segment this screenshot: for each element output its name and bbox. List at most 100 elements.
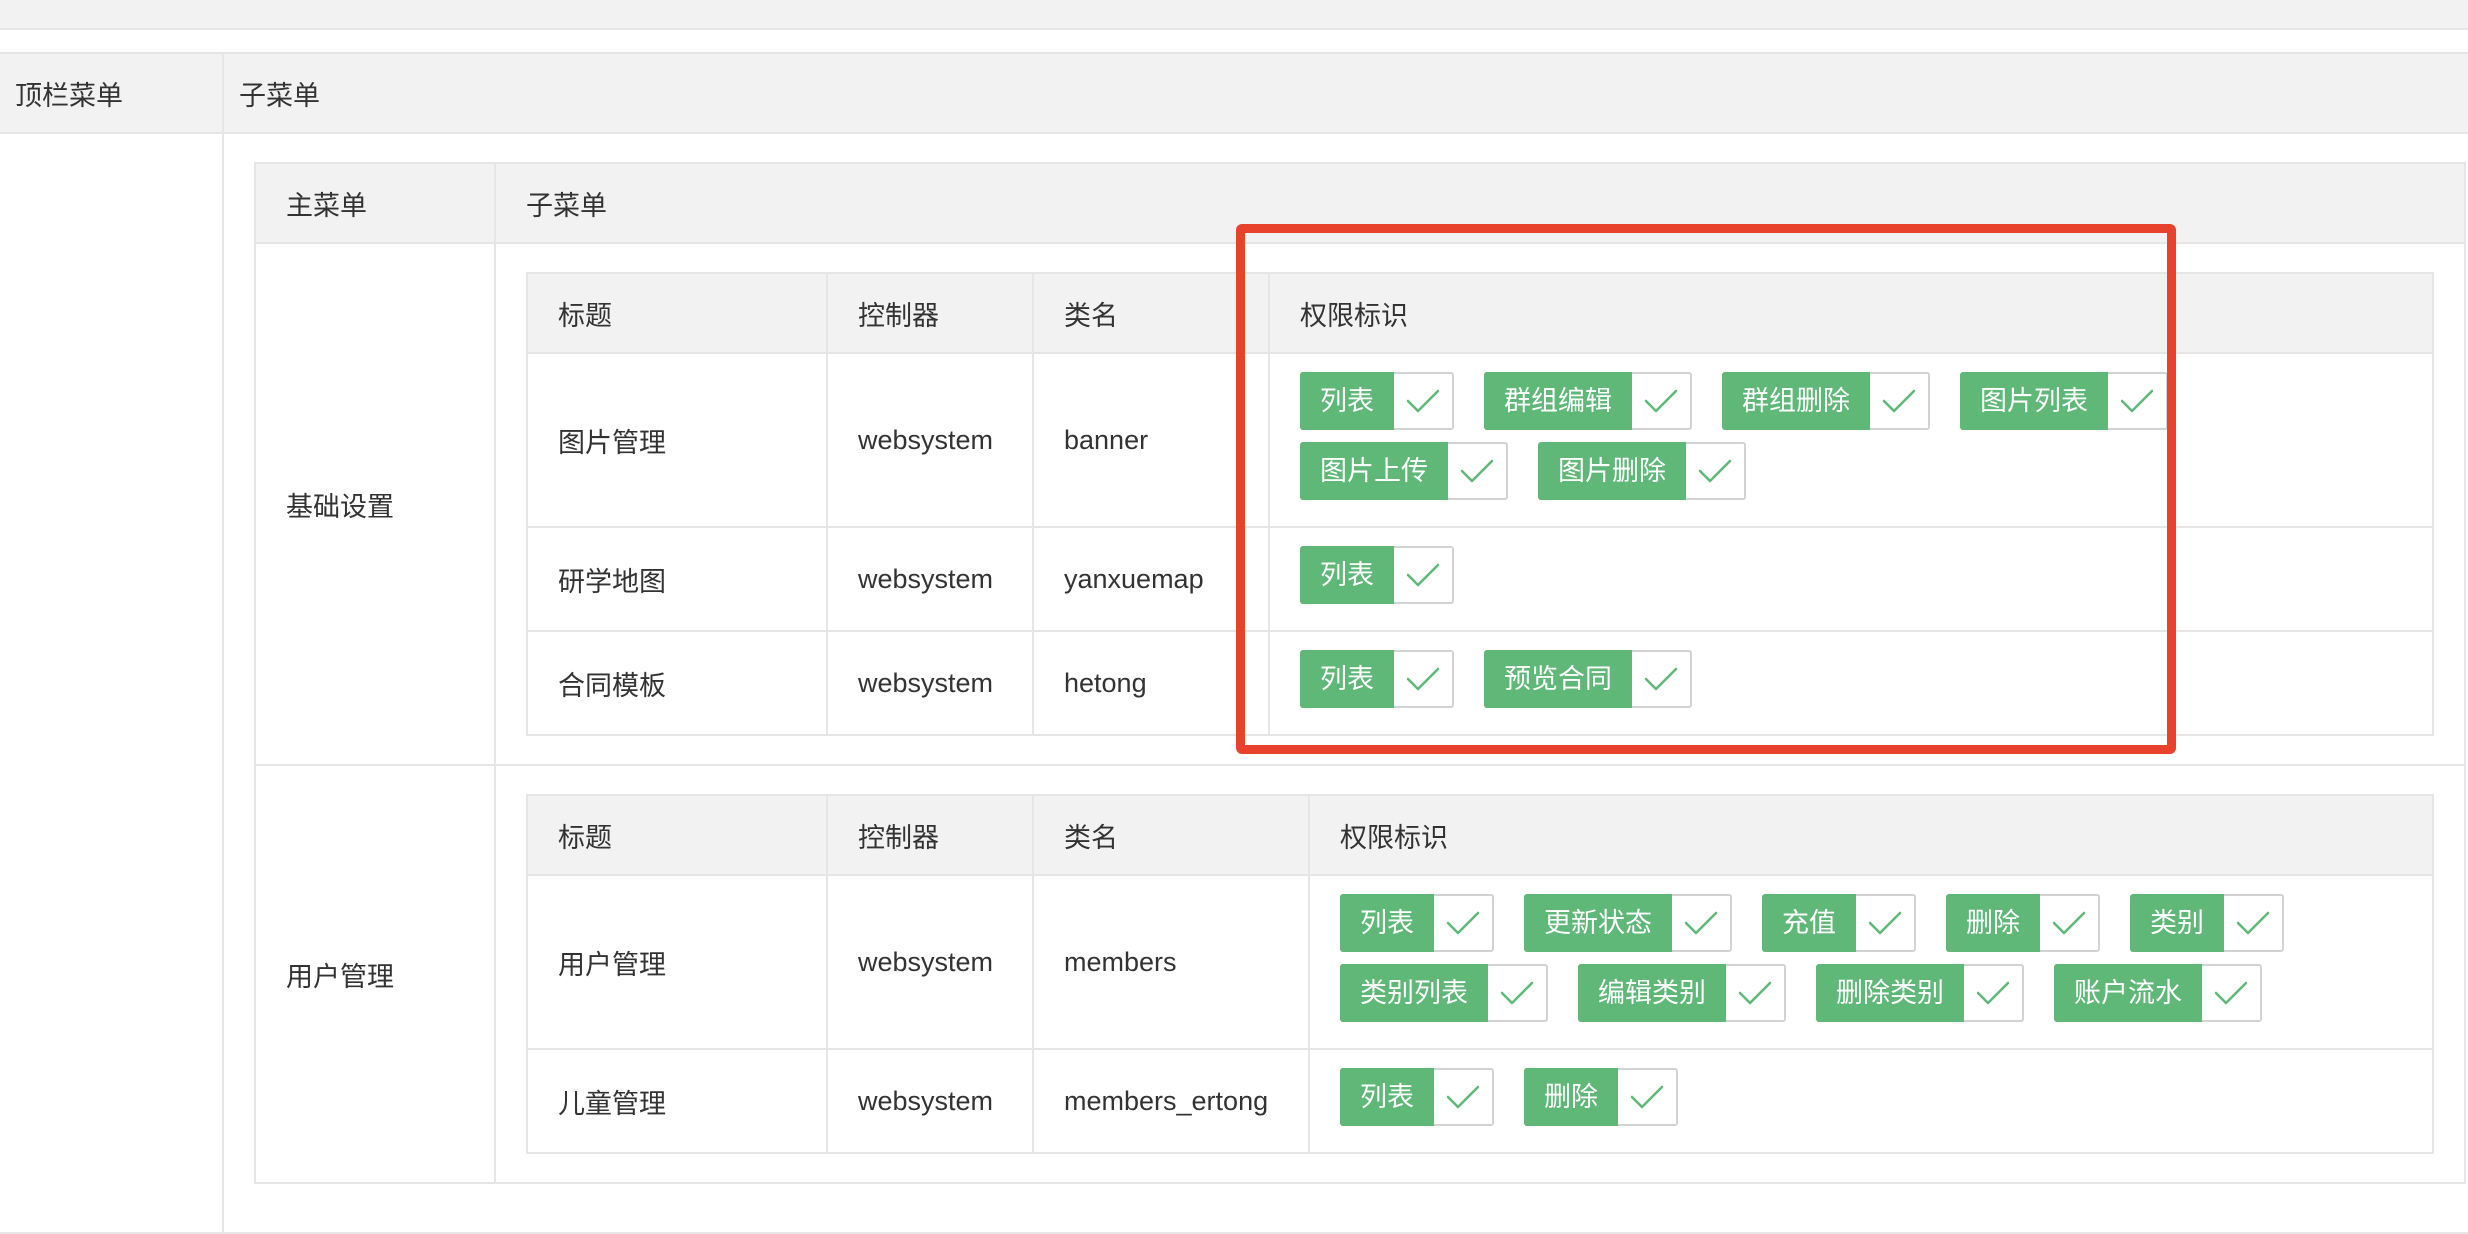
check-icon xyxy=(1632,372,1692,430)
sub-menu-container: 标题 控制器 类名 权限标识 图片管理 websystem banner 列表 群组编辑 群组删除… xyxy=(494,242,2466,766)
check-icon xyxy=(1632,650,1692,708)
permission-checkbox[interactable]: 群组编辑 xyxy=(1484,372,1692,430)
permission-checkbox[interactable]: 删除类别 xyxy=(1816,964,2024,1022)
permission-label: 账户流水 xyxy=(2054,964,2202,1022)
permission-list: 列表 群组编辑 群组删除 图片列表图片上传 图片删除 xyxy=(1300,372,2402,512)
permission-label: 类别列表 xyxy=(1340,964,1488,1022)
col-permission: 权限标识 xyxy=(1308,794,2434,876)
check-icon xyxy=(1686,442,1746,500)
outer-menu-table: 顶栏菜单 子菜单 主菜单 子菜单 基础设置 标题 控制器 类名 权限标识 图片管理 webs… xyxy=(0,52,2468,1234)
row-controller: websystem xyxy=(826,352,1034,528)
permission-checkbox[interactable]: 预览合同 xyxy=(1484,650,1692,708)
permission-label: 删除类别 xyxy=(1816,964,1964,1022)
check-icon xyxy=(2108,372,2168,430)
check-icon xyxy=(2202,964,2262,1022)
sub-menu-table: 标题 控制器 类名 权限标识 图片管理 websystem banner 列表 群组编辑 群组删除… xyxy=(526,272,2434,736)
permission-checkbox[interactable]: 删除 xyxy=(1524,1068,1678,1126)
main-menu-row: 用户管理 标题 控制器 类名 权限标识 用户管理 websystem members 列表 更新状… xyxy=(254,764,2466,1184)
permission-checkbox[interactable]: 列表 xyxy=(1300,546,1454,604)
permission-label: 图片列表 xyxy=(1960,372,2108,430)
permission-checkbox[interactable]: 类别列表 xyxy=(1340,964,1548,1022)
permission-checkbox[interactable]: 列表 xyxy=(1340,1068,1494,1126)
col-class-name: 类名 xyxy=(1032,794,1310,876)
row-title: 合同模板 xyxy=(526,630,828,736)
check-icon xyxy=(1434,894,1494,952)
permission-label: 编辑类别 xyxy=(1578,964,1726,1022)
check-icon xyxy=(1488,964,1548,1022)
permission-checkbox[interactable]: 编辑类别 xyxy=(1578,964,1786,1022)
main-menu-name: 基础设置 xyxy=(254,242,496,766)
row-controller: websystem xyxy=(826,874,1034,1050)
check-icon xyxy=(2224,894,2284,952)
table-row: 合同模板 websystem hetong 列表 预览合同 xyxy=(526,630,2434,736)
col-title: 标题 xyxy=(526,794,828,876)
permission-label: 列表 xyxy=(1300,650,1394,708)
permission-checkbox[interactable]: 列表 xyxy=(1300,650,1454,708)
permission-label: 删除 xyxy=(1946,894,2040,952)
check-icon xyxy=(1394,546,1454,604)
permission-checkbox[interactable]: 列表 xyxy=(1340,894,1494,952)
permission-checkbox[interactable]: 列表 xyxy=(1300,372,1454,430)
permission-checkbox[interactable]: 图片列表 xyxy=(1960,372,2168,430)
top-menu-cell xyxy=(0,132,224,1234)
permission-checkbox[interactable]: 图片上传 xyxy=(1300,442,1508,500)
check-icon xyxy=(1618,1068,1678,1126)
col-controller: 控制器 xyxy=(826,794,1034,876)
check-icon xyxy=(1726,964,1786,1022)
main-menu-name: 用户管理 xyxy=(254,764,496,1184)
row-title: 研学地图 xyxy=(526,526,828,632)
sub-menu-cell: 主菜单 子菜单 基础设置 标题 控制器 类名 权限标识 图片管理 websystem bann… xyxy=(222,132,2468,1234)
col-controller: 控制器 xyxy=(826,272,1034,354)
permission-label: 充值 xyxy=(1762,894,1856,952)
check-icon xyxy=(2040,894,2100,952)
permission-label: 群组删除 xyxy=(1722,372,1870,430)
permission-checkbox[interactable]: 类别 xyxy=(2130,894,2284,952)
check-icon xyxy=(1870,372,1930,430)
main-menu-row: 基础设置 标题 控制器 类名 权限标识 图片管理 websystem banner 列表 群组编辑… xyxy=(254,242,2466,766)
row-class-name: yanxuemap xyxy=(1032,526,1270,632)
row-title: 儿童管理 xyxy=(526,1048,828,1154)
table-row: 用户管理 websystem members 列表 更新状态 充值 删除 类别 类别列表 编辑类别… xyxy=(526,874,2434,1050)
permission-label: 群组编辑 xyxy=(1484,372,1632,430)
row-permissions: 列表 删除 xyxy=(1308,1048,2434,1154)
permission-label: 更新状态 xyxy=(1524,894,1672,952)
permission-list: 列表 更新状态 充值 删除 类别 类别列表 编辑类别 删除类别 账户流水 xyxy=(1340,894,2402,1034)
check-icon xyxy=(1434,1068,1494,1126)
row-controller: websystem xyxy=(826,630,1034,736)
sub-menu-header-row: 标题 控制器 类名 权限标识 xyxy=(526,794,2434,876)
table-row: 儿童管理 websystem members_ertong 列表 删除 xyxy=(526,1048,2434,1154)
row-title: 用户管理 xyxy=(526,874,828,1050)
permission-checkbox[interactable]: 图片删除 xyxy=(1538,442,1746,500)
permission-label: 预览合同 xyxy=(1484,650,1632,708)
check-icon xyxy=(1394,650,1454,708)
row-title: 图片管理 xyxy=(526,352,828,528)
permission-list: 列表 xyxy=(1300,546,2402,616)
permission-checkbox[interactable]: 删除 xyxy=(1946,894,2100,952)
permission-label: 图片上传 xyxy=(1300,442,1448,500)
row-permissions: 列表 群组编辑 群组删除 图片列表图片上传 图片删除 xyxy=(1268,352,2434,528)
permission-label: 图片删除 xyxy=(1538,442,1686,500)
permission-checkbox[interactable]: 群组删除 xyxy=(1722,372,1930,430)
row-class-name: hetong xyxy=(1032,630,1270,736)
table-row: 图片管理 websystem banner 列表 群组编辑 群组删除 图片列表图片上传 图片删… xyxy=(526,352,2434,528)
check-icon xyxy=(1856,894,1916,952)
row-class-name: members xyxy=(1032,874,1310,1050)
permission-checkbox[interactable]: 更新状态 xyxy=(1524,894,1732,952)
col-top-menu: 顶栏菜单 xyxy=(0,52,224,134)
permission-checkbox[interactable]: 充值 xyxy=(1762,894,1916,952)
permission-label: 列表 xyxy=(1340,1068,1434,1126)
permission-label: 列表 xyxy=(1300,372,1394,430)
row-controller: websystem xyxy=(826,526,1034,632)
row-controller: websystem xyxy=(826,1048,1034,1154)
check-icon xyxy=(1448,442,1508,500)
row-class-name: members_ertong xyxy=(1032,1048,1310,1154)
col-main-menu: 主菜单 xyxy=(254,162,496,244)
row-class-name: banner xyxy=(1032,352,1270,528)
permission-label: 类别 xyxy=(2130,894,2224,952)
col-sub-menu: 子菜单 xyxy=(222,52,2468,134)
col-class-name: 类名 xyxy=(1032,272,1270,354)
check-icon xyxy=(1964,964,2024,1022)
top-strip xyxy=(0,0,2468,30)
permission-label: 列表 xyxy=(1340,894,1434,952)
permission-checkbox[interactable]: 账户流水 xyxy=(2054,964,2262,1022)
